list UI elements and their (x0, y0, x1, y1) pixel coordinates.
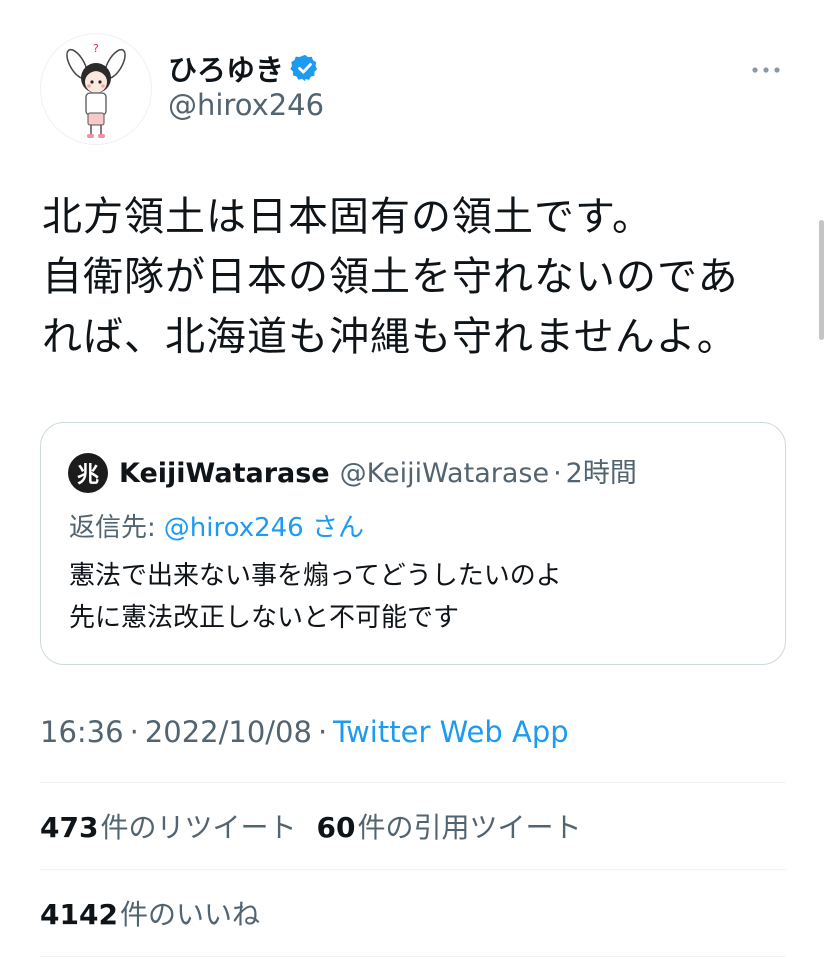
more-horizontal-icon (752, 67, 780, 73)
reply-to-link[interactable]: @hirox246 さん (164, 513, 364, 543)
tweet-date[interactable]: 2022/10/08 (145, 715, 312, 749)
avatar-icon: ? (66, 42, 126, 138)
quoted-author-avatar: 兆 (68, 453, 108, 493)
quotes-label: 件の引用ツイート (357, 811, 582, 844)
separator-dot: · (317, 715, 328, 749)
more-options-button[interactable] (748, 58, 784, 82)
tweet-source-link[interactable]: Twitter Web App (333, 715, 569, 749)
divider (40, 869, 786, 870)
verified-badge-icon (290, 53, 320, 83)
retweets-stat[interactable]: 473件のリツイート (40, 811, 296, 844)
tweet-text-line: 自衛隊が日本の領土を守れないのであ (42, 254, 739, 300)
quoted-author-handle: @KeijiWatarase (339, 458, 550, 489)
reply-context: 返信先: @hirox246 さん (69, 507, 364, 544)
quoted-tweet-time: 2時間 (565, 458, 637, 489)
divider (40, 782, 786, 783)
likes-count: 4142 (40, 898, 118, 931)
tweet-text: 北方領土は日本固有の領土です。 自衛隊が日本の領土を守れないのであ れば、北海道… (42, 187, 802, 367)
retweets-label: 件のリツイート (100, 811, 297, 844)
author-handle[interactable]: @hirox246 (168, 88, 324, 122)
author-avatar[interactable]: ? (40, 33, 152, 145)
quoted-tweet-header: KeijiWatarase @KeijiWatarase · 2時間 (119, 451, 637, 490)
author-display-name[interactable]: ひろゆき (168, 47, 284, 89)
quoted-author-name: KeijiWatarase (119, 458, 330, 489)
reply-prefix: 返信先: (69, 513, 156, 543)
quoted-text-line: 先に憲法改正しないと不可能です (69, 603, 460, 633)
tweet-text-line: 北方領土は日本固有の領土です。 (42, 194, 653, 240)
tweet-text-line: れば、北海道も沖縄も守れませんよ。 (42, 314, 738, 360)
quotes-count: 60 (316, 811, 356, 844)
retweets-count: 473 (40, 811, 99, 844)
quoted-text-line: 憲法で出来ない事を煽ってどうしたいのよ (69, 561, 562, 591)
divider (40, 956, 786, 957)
tweet-time[interactable]: 16:36 (40, 715, 124, 749)
separator-dot: · (129, 715, 139, 749)
likes-stats-row: 4142件のいいね (40, 893, 260, 933)
svg-text:?: ? (93, 42, 99, 55)
likes-stat[interactable]: 4142件のいいね (40, 898, 260, 931)
scrollbar[interactable] (819, 220, 824, 340)
retweet-stats-row: 473件のリツイート 60件の引用ツイート (40, 806, 581, 846)
quoted-tweet-text: 憲法で出来ない事を煽ってどうしたいのよ 先に憲法改正しないと不可能です (69, 555, 562, 639)
author-name-row: ひろゆき (168, 48, 320, 88)
quoted-tweet-card[interactable]: 兆 KeijiWatarase @KeijiWatarase · 2時間 返信先… (40, 422, 786, 665)
quotes-stat[interactable]: 60件の引用ツイート (316, 811, 581, 844)
likes-label: 件のいいね (119, 898, 260, 931)
tweet-meta: 16:36 · 2022/10/08 · Twitter Web App (40, 715, 569, 749)
separator-dot: · (553, 458, 562, 489)
